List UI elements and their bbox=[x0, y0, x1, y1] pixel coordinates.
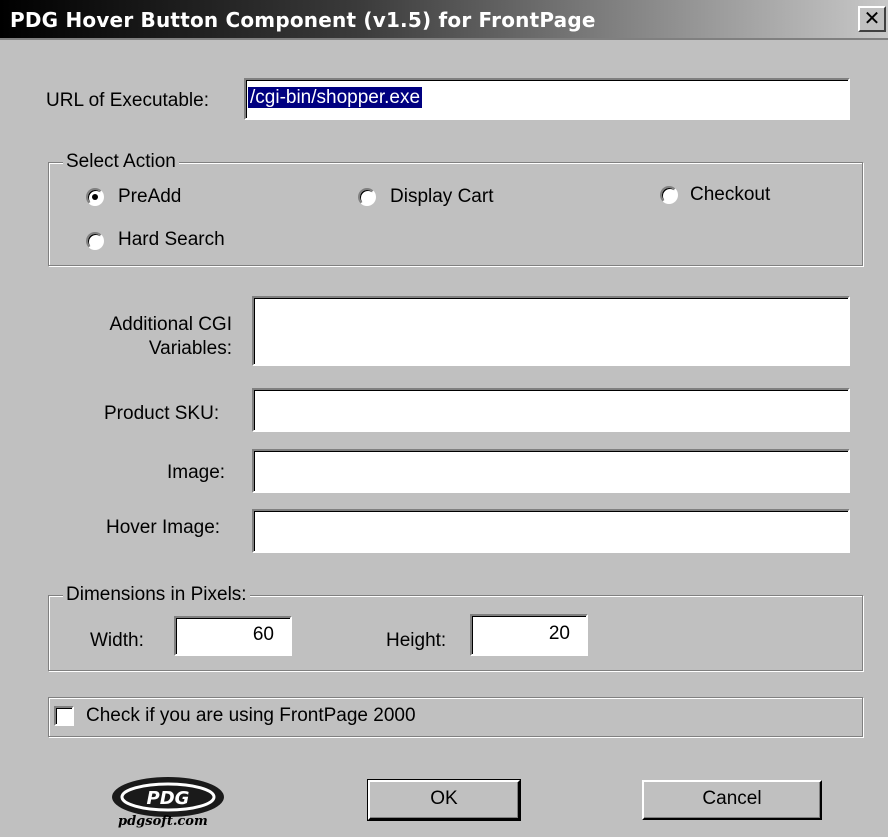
width-input[interactable]: 60 bbox=[174, 616, 292, 656]
url-value: /cgi-bin/shopper.exe bbox=[248, 87, 423, 108]
cgi-vars-label-line1: Additional CGI bbox=[109, 314, 232, 335]
title-bar[interactable]: PDG Hover Button Component (v1.5) for Fr… bbox=[0, 0, 888, 40]
radio-display-cart-label[interactable]: Display Cart bbox=[390, 186, 493, 208]
radio-preadd[interactable] bbox=[86, 188, 104, 206]
width-label: Width: bbox=[90, 630, 144, 651]
radio-hard-search[interactable] bbox=[86, 232, 104, 250]
radio-checkout-label[interactable]: Checkout bbox=[690, 184, 770, 206]
ok-button[interactable]: OK bbox=[367, 779, 521, 821]
frontpage2000-checkbox[interactable] bbox=[54, 706, 74, 726]
radio-selected-dot bbox=[92, 194, 98, 200]
cgi-vars-textarea[interactable] bbox=[252, 296, 850, 366]
hover-image-input[interactable] bbox=[252, 509, 850, 553]
frontpage2000-label[interactable]: Check if you are using FrontPage 2000 bbox=[86, 705, 416, 727]
radio-hard-search-label[interactable]: Hard Search bbox=[118, 229, 225, 251]
cgi-vars-label-line2: Variables: bbox=[148, 338, 232, 359]
image-label: Image: bbox=[167, 462, 226, 483]
sku-label: Product SKU: bbox=[104, 403, 220, 424]
pdg-logo-site: pdgsoft.com bbox=[118, 814, 208, 829]
sku-input[interactable] bbox=[252, 388, 850, 432]
height-input[interactable]: 20 bbox=[470, 614, 588, 656]
dimensions-group bbox=[48, 595, 863, 671]
radio-checkout[interactable] bbox=[660, 186, 678, 204]
radio-display-cart[interactable] bbox=[358, 188, 376, 206]
close-icon[interactable]: ✕ bbox=[858, 6, 886, 32]
radio-preadd-label[interactable]: PreAdd bbox=[118, 186, 181, 208]
cancel-button[interactable]: Cancel bbox=[642, 780, 822, 820]
height-label: Height: bbox=[386, 630, 447, 651]
select-action-legend: Select Action bbox=[63, 151, 179, 173]
dimensions-legend: Dimensions in Pixels: bbox=[63, 584, 250, 606]
image-input[interactable] bbox=[252, 449, 850, 493]
window-title: PDG Hover Button Component (v1.5) for Fr… bbox=[10, 8, 596, 32]
url-input[interactable]: /cgi-bin/shopper.exe bbox=[244, 78, 850, 120]
hover-image-label: Hover Image: bbox=[106, 517, 221, 538]
pdg-logo-mark: PDG bbox=[147, 788, 190, 809]
url-label: URL of Executable: bbox=[46, 90, 209, 111]
